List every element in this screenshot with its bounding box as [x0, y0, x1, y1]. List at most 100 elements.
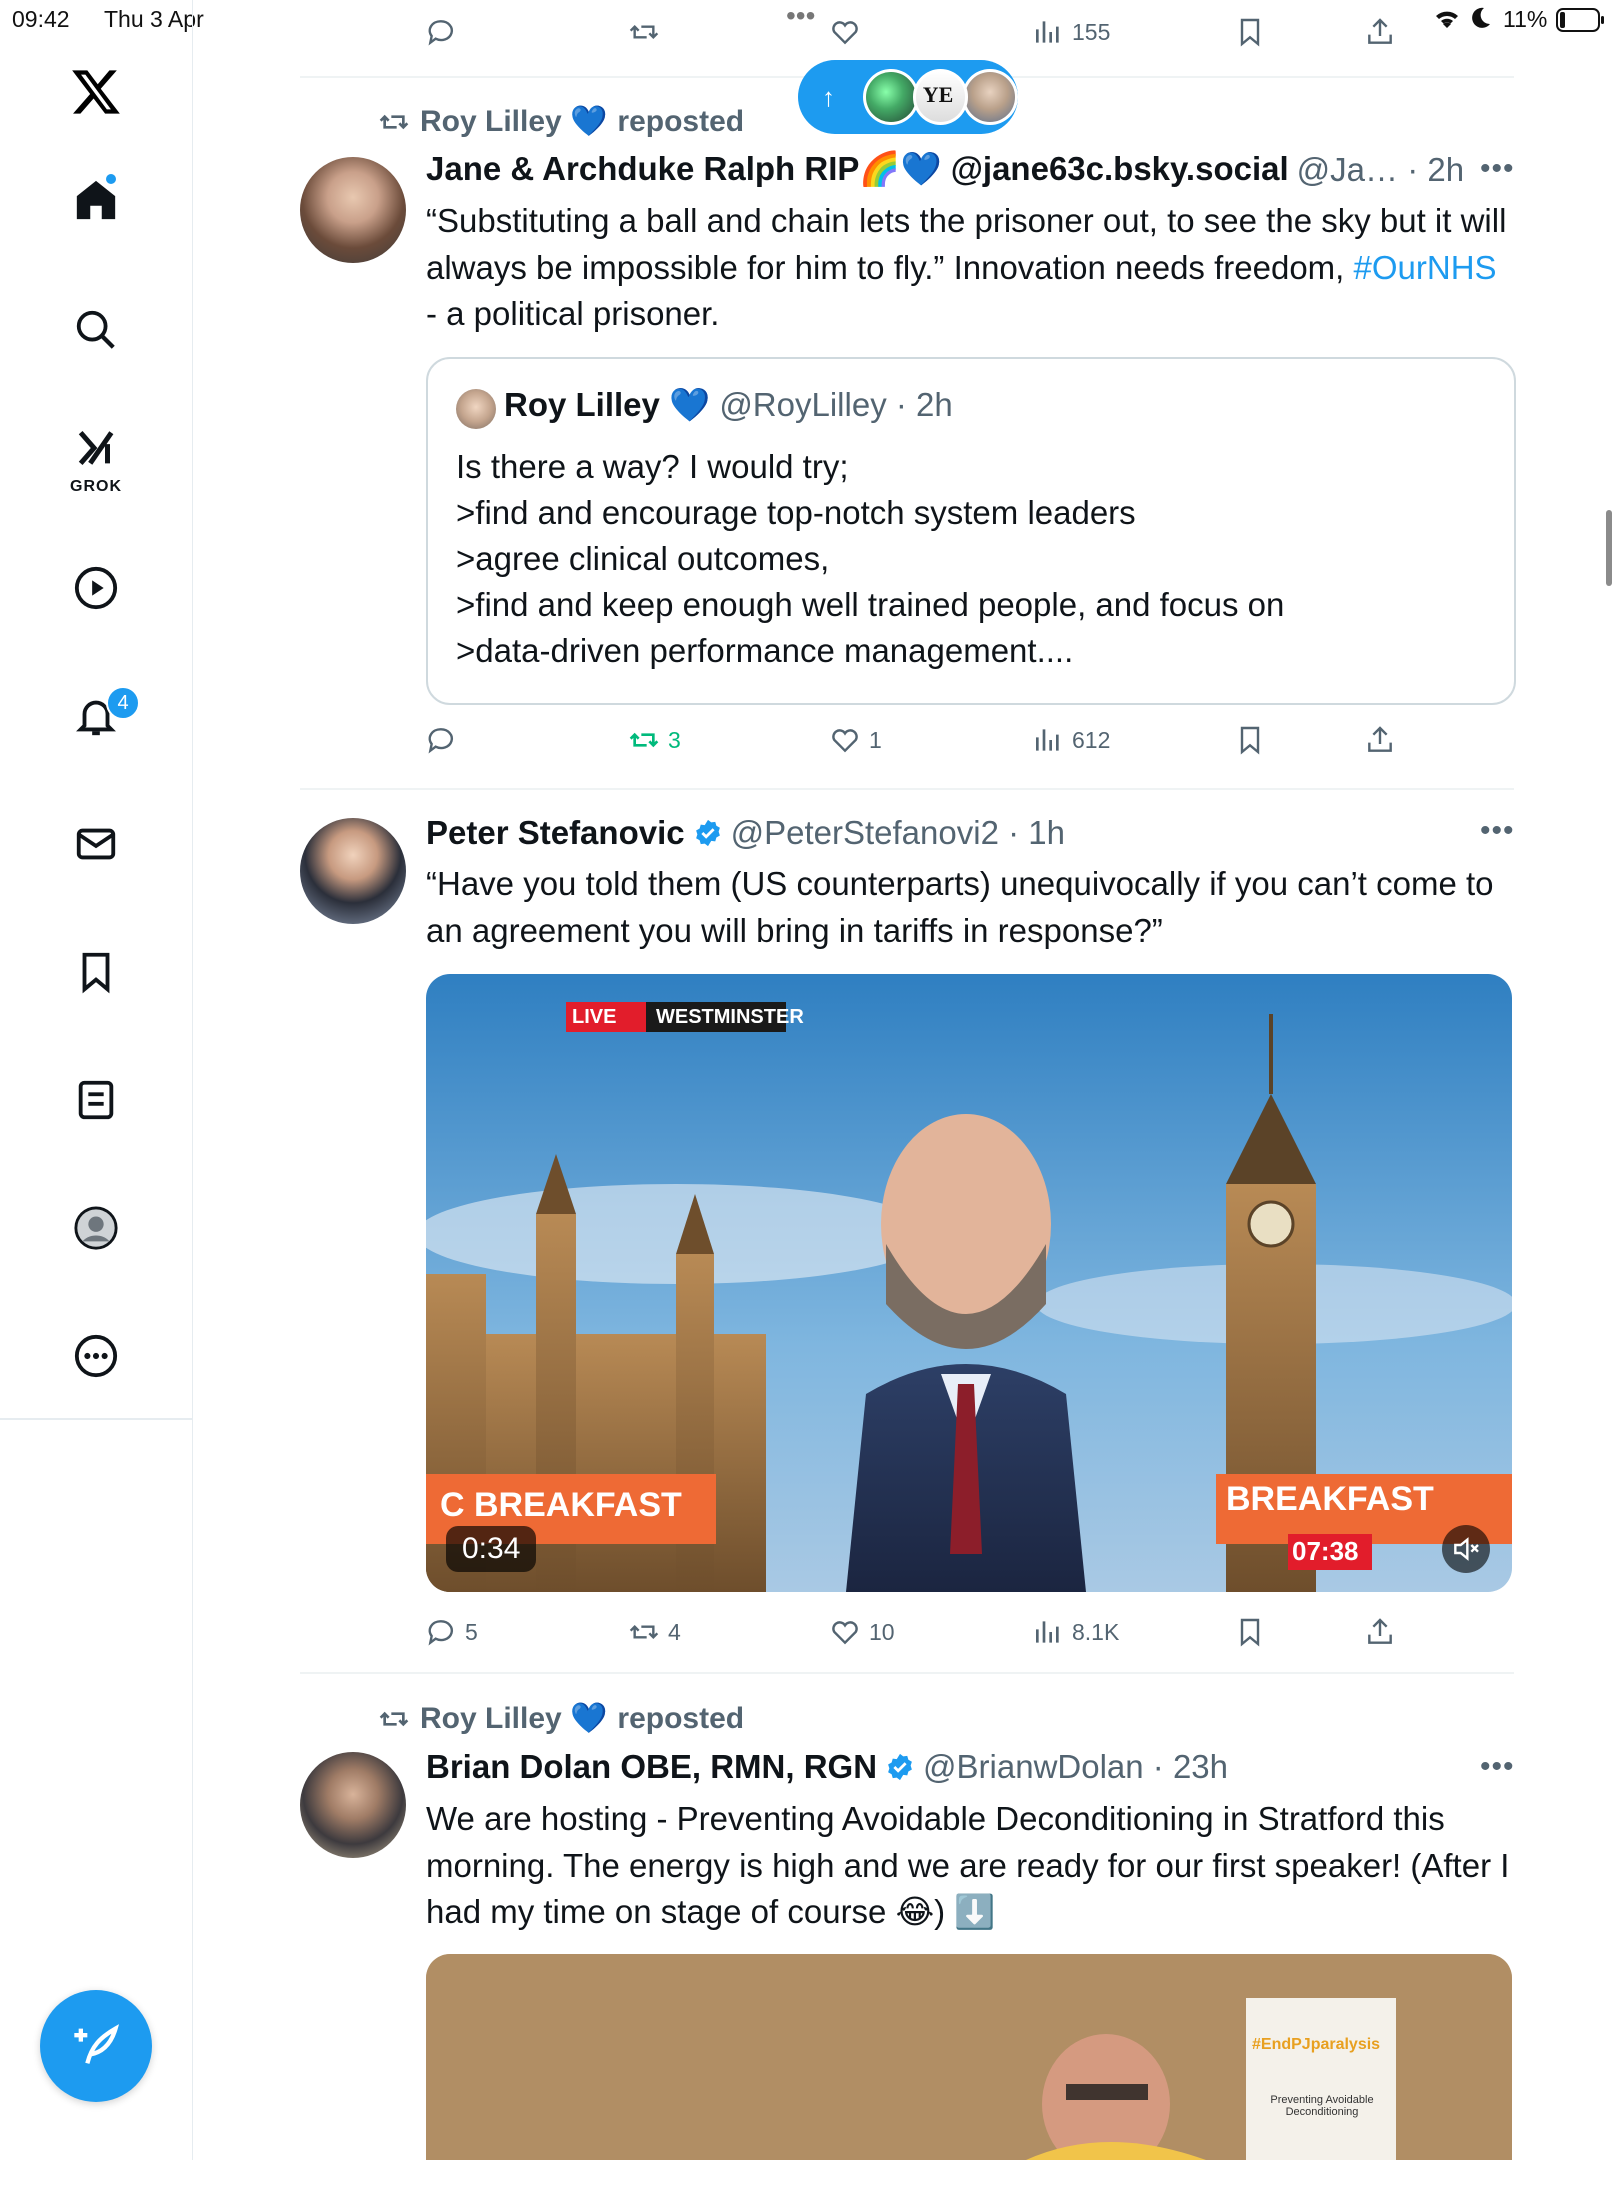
post-header: Brian Dolan OBE, RMN, RGN @BrianwDolan ·… [426, 1748, 1228, 1786]
verified-badge-icon [695, 819, 720, 847]
reply-button[interactable] [425, 724, 457, 756]
repost-button[interactable]: 4 [628, 1616, 681, 1648]
share-button[interactable] [1364, 724, 1396, 756]
repost-by-name: Roy Lilley 💙 [420, 1702, 608, 1735]
author-name[interactable]: Peter Stefanovic [426, 814, 685, 852]
like-button[interactable] [829, 16, 861, 48]
search-icon[interactable] [72, 306, 120, 354]
sidebar-divider [0, 1418, 192, 1420]
heart-icon [832, 21, 858, 45]
battery-percent: 11% [1503, 6, 1548, 32]
new-posts-pill[interactable]: ↑ YE [798, 60, 1019, 134]
like-button[interactable]: 10 [829, 1616, 895, 1648]
repost-count: 4 [668, 1618, 681, 1645]
compose-post-button[interactable] [40, 1990, 152, 2102]
post-more-button[interactable]: ••• [1480, 814, 1515, 848]
video-icon[interactable] [72, 564, 120, 612]
svg-text:YE: YE [922, 82, 953, 107]
post-header: Peter Stefanovic @PeterStefanovi2 · 1h [426, 814, 1065, 852]
bookmark-button[interactable] [1234, 16, 1266, 48]
reply-icon [428, 728, 453, 754]
bookmarks-icon[interactable] [72, 948, 120, 996]
quote-handle-time: @RoyLilley · 2h [719, 386, 953, 423]
repost-by-name: Roy Lilley 💙 [420, 105, 608, 138]
share-icon [1368, 726, 1392, 752]
mute-icon[interactable] [1450, 1533, 1482, 1570]
hashtag-link[interactable]: #OurNHS [1354, 249, 1497, 286]
reply-button[interactable]: 5 [425, 1616, 478, 1648]
grok-icon[interactable] [72, 424, 120, 472]
quote-avatar [456, 389, 496, 429]
pill-avatar-1 [863, 69, 919, 125]
share-button[interactable] [1364, 1616, 1396, 1648]
grok-label: GROK [70, 478, 122, 495]
broadcast-clock: 07:38 [1292, 1536, 1359, 1566]
repost-icon [629, 1624, 659, 1640]
avatar[interactable] [300, 157, 406, 263]
bookmark-icon [1240, 1618, 1260, 1647]
like-button[interactable]: 1 [829, 724, 882, 756]
reply-icon [428, 20, 453, 46]
author-name[interactable]: Brian Dolan OBE, RMN, RGN [426, 1748, 877, 1786]
quote-header: Roy Lilley 💙 @RoyLilley · 2h [504, 386, 953, 425]
post-more-button[interactable]: ••• [1480, 1750, 1515, 1784]
notifications-badge: 4 [106, 686, 140, 720]
live-tag: LIVE [572, 1006, 617, 1028]
repost-icon [629, 732, 659, 748]
share-icon [1368, 18, 1392, 44]
like-count: 10 [869, 1618, 895, 1645]
verified-badge-icon [888, 1753, 912, 1781]
quote-author-name: Roy Lilley 💙 [504, 386, 711, 423]
post-text: We are hosting - Preventing Avoidable De… [426, 1800, 1510, 1930]
repost-icon [629, 24, 659, 40]
banner-subtitle: Preventing Avoidable Deconditioning [1270, 2094, 1374, 2118]
author-handle-time[interactable]: @Ja… · 2h [1297, 151, 1464, 189]
post-text: “Substituting a ball and chain lets the … [426, 202, 1507, 332]
post-header: Jane & Archduke Ralph RIP🌈💙 @jane63c.bsk… [426, 150, 1464, 189]
feather-plus-icon [74, 2024, 120, 2064]
views-icon [1036, 1621, 1059, 1643]
bookmark-button[interactable] [1234, 1616, 1266, 1648]
pill-avatar-2: YE [912, 69, 969, 125]
profile-icon[interactable] [72, 1204, 120, 1252]
arrow-up-icon: ↑ [822, 81, 835, 112]
repost-attribution[interactable]: Roy Lilley 💙 reposted [378, 104, 744, 139]
views-button[interactable]: 612 [1032, 724, 1110, 756]
author-name[interactable]: Jane & Archduke Ralph RIP🌈💙 @jane63c.bsk… [426, 150, 1289, 189]
avatar[interactable] [300, 1752, 406, 1858]
repost-button[interactable]: 3 [628, 724, 681, 756]
video-player[interactable]: LIVE WESTMINSTER C BREAKFAST BREAKFAST 0… [426, 974, 1512, 1592]
bookmark-icon [1240, 726, 1260, 755]
repost-button[interactable] [628, 16, 660, 48]
scrollbar[interactable] [1606, 510, 1612, 586]
quote-text: Is there a way? I would try; >find and e… [456, 448, 1285, 669]
lists-icon[interactable] [72, 1076, 120, 1124]
x-logo-icon[interactable] [68, 64, 124, 120]
views-button[interactable]: 8.1K [1032, 1616, 1119, 1648]
repost-suffix: reposted [617, 1701, 745, 1735]
views-count: 155 [1072, 18, 1111, 45]
repost-attribution[interactable]: Roy Lilley 💙 reposted [378, 1701, 744, 1736]
views-count: 8.1K [1072, 1618, 1120, 1645]
post-separator [300, 1672, 1514, 1674]
more-icon[interactable] [72, 1332, 120, 1380]
heart-icon [832, 729, 858, 753]
repost-suffix: reposted [617, 104, 745, 138]
views-button[interactable]: 155 [1032, 16, 1110, 48]
post-actions: 5 4 10 8.1K [425, 1616, 1425, 1656]
post-more-button[interactable]: ••• [1480, 152, 1515, 186]
heart-icon [832, 1621, 858, 1645]
avatar[interactable] [300, 818, 406, 924]
messages-icon[interactable] [72, 820, 120, 868]
reply-icon [428, 1620, 453, 1646]
moon-icon [1468, 6, 1492, 35]
bookmark-button[interactable] [1234, 724, 1266, 756]
reply-count: 5 [465, 1618, 478, 1645]
top-post-actions: 155 [425, 16, 1425, 56]
author-handle-time[interactable]: @BrianwDolan · 23h [923, 1748, 1228, 1786]
author-handle-time[interactable]: @PeterStefanovi2 · 1h [731, 814, 1065, 852]
reply-button[interactable] [425, 16, 457, 48]
share-button[interactable] [1364, 16, 1396, 48]
repost-count: 3 [668, 726, 681, 753]
post-image[interactable]: #EndPJparalysis Preventing Avoidable Dec… [426, 1954, 1512, 2194]
